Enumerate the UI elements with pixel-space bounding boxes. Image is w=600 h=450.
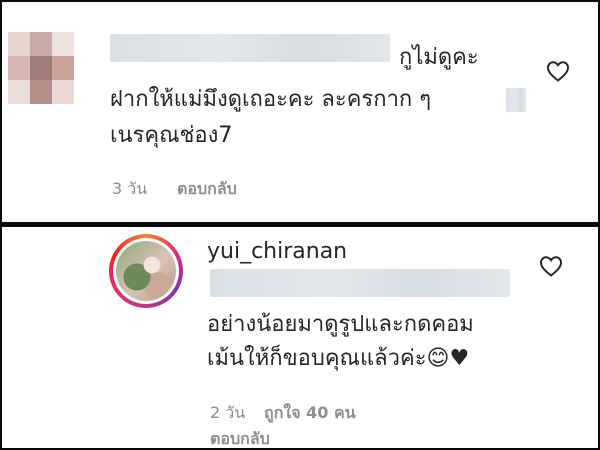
comment-text-line-2: ฝากให้แม่มึงดูเถอะคะ ละครกาก ๆ: [110, 87, 432, 112]
reply-button[interactable]: ตอบกลับ: [177, 177, 237, 202]
comment-card-2: yui_chiranan อย่างน้อยมาดูรูปและกดคอม เม…: [2, 227, 598, 448]
comment-text-line-3: เนรคุณช่อง7: [110, 123, 233, 148]
smile-heart-emoji: 😊♥: [426, 346, 470, 371]
heart-outline-icon[interactable]: [546, 60, 570, 82]
censored-mention: [210, 269, 510, 297]
comment-username[interactable]: yui_chiranan: [207, 239, 347, 264]
reply-button[interactable]: ตอบกลับ: [210, 427, 270, 450]
blurred-avatar[interactable]: [8, 32, 74, 104]
comment-time: 3 วัน: [112, 179, 148, 198]
censored-text-fragment: [506, 88, 526, 112]
heart-outline-icon[interactable]: [539, 255, 563, 277]
profile-photo: [116, 241, 176, 301]
story-ring-avatar[interactable]: [109, 234, 183, 308]
comment-text-line-2: เม้นให้ก็ขอบคุณแล้วค่ะ😊♥: [207, 345, 469, 373]
comment-card-1: กูไม่ดูคะ ฝากให้แม่มึงดูเถอะคะ ละครกาก ๆ…: [2, 2, 598, 222]
comment-text-line-1: กูไม่ดูคะ: [399, 45, 479, 70]
likes-count[interactable]: ถูกใจ 40 คน: [264, 401, 356, 426]
comment-time: 2 วัน: [210, 403, 246, 422]
comment-text-line-1: อย่างน้อยมาดูรูปและกดคอม: [207, 312, 474, 337]
comment-text-line-2-body: เม้นให้ก็ขอบคุณแล้วค่ะ: [207, 346, 427, 371]
censored-username: [110, 34, 390, 62]
